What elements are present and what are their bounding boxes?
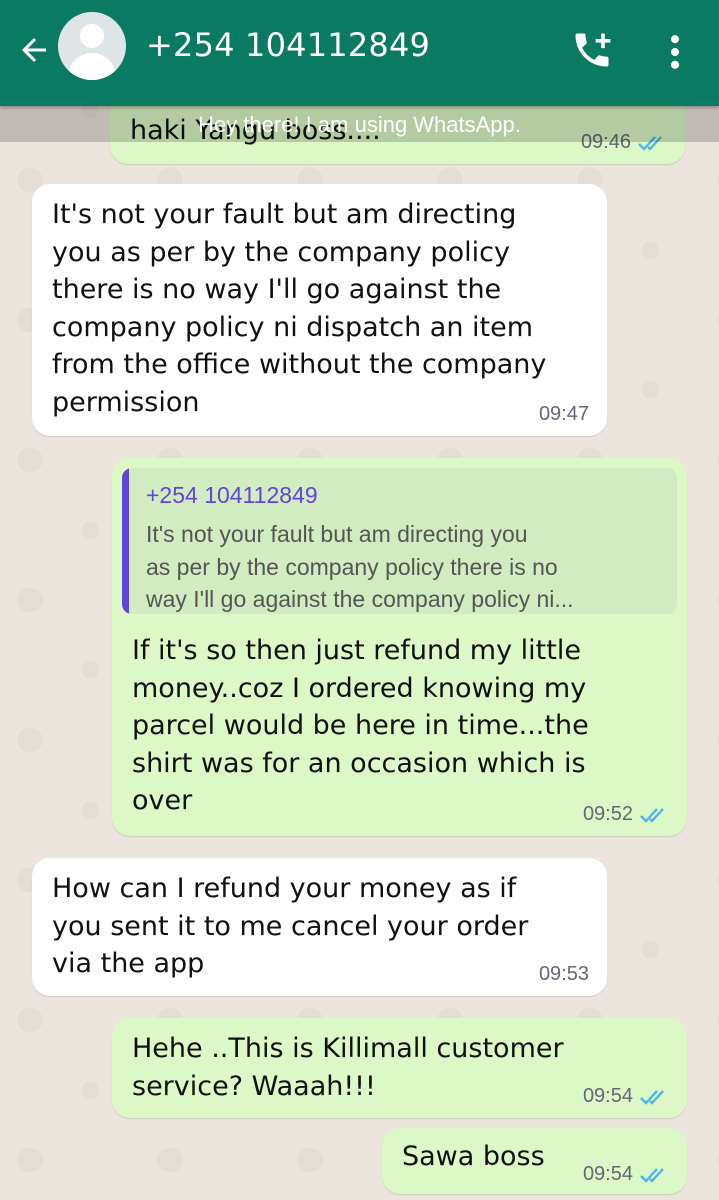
message-bubble-incoming[interactable]: It's not your fault but am directing you…	[32, 184, 607, 436]
double-check-icon	[640, 1089, 664, 1105]
message-text: It's not your fault but am directing you…	[52, 199, 547, 418]
message-time: 09:54	[582, 1085, 633, 1107]
message-time: 09:53	[538, 963, 589, 985]
message-meta: 09:52	[583, 803, 669, 826]
message-text: Hehe ..This is Killimall customer servic…	[132, 1033, 564, 1102]
add-call-icon[interactable]	[570, 28, 614, 72]
quoted-author: +254 104112849	[146, 482, 318, 508]
message-meta: 09:53	[539, 963, 589, 986]
message-meta: 09:54	[583, 1085, 669, 1108]
message-time: 09:47	[538, 403, 589, 425]
message-meta: 09:54	[583, 1163, 669, 1186]
quoted-reply[interactable]: +254 104112849 It's not your fault but a…	[122, 468, 677, 614]
message-text: Sawa boss	[402, 1141, 545, 1172]
message-bubble-outgoing[interactable]: Hehe ..This is Killimall customer servic…	[112, 1018, 687, 1118]
contact-name[interactable]: +254 104112849	[146, 26, 430, 64]
message-bubble-outgoing[interactable]: Sawa boss 09:54	[382, 1128, 687, 1194]
avatar[interactable]	[58, 12, 126, 80]
message-text: If it's so then just refund my little mo…	[132, 635, 589, 816]
message-text: How can I refund your money as if you se…	[52, 873, 529, 979]
message-meta: 09:47	[539, 403, 589, 426]
message-bubble-incoming[interactable]: How can I refund your money as if you se…	[32, 858, 607, 996]
more-vert-icon[interactable]	[660, 30, 690, 74]
message-bubble-outgoing[interactable]: +254 104112849 It's not your fault but a…	[112, 458, 687, 836]
status-banner: Hey there! I am using WhatsApp.	[0, 106, 719, 142]
quote-accent-bar	[122, 468, 129, 614]
arrow-left-icon[interactable]	[12, 28, 56, 72]
quoted-text: It's not your fault but am directing you…	[146, 521, 574, 612]
message-time: 09:52	[582, 803, 633, 825]
chat-header: +254 104112849	[0, 0, 719, 106]
double-check-icon	[640, 807, 664, 823]
message-time: 09:54	[582, 1163, 633, 1185]
double-check-icon	[640, 1167, 664, 1183]
